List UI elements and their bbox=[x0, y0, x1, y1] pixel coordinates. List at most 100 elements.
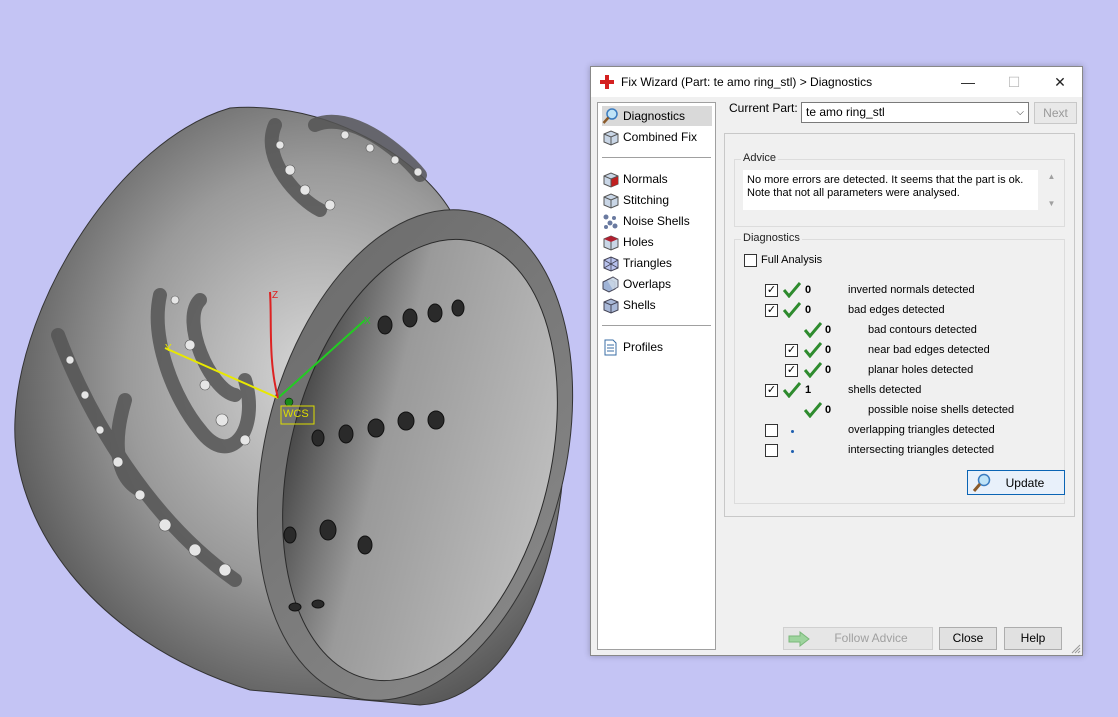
row-label: inverted normals detected bbox=[848, 284, 975, 296]
nav-item-label: Profiles bbox=[623, 340, 664, 354]
row-count: 0 bbox=[825, 324, 832, 336]
nav-item-label: Noise Shells bbox=[623, 214, 690, 228]
window-title: Fix Wizard (Part: te amo ring_stl) > Dia… bbox=[621, 75, 873, 89]
nav-item-normals[interactable]: Normals bbox=[602, 169, 712, 189]
triangles-icon bbox=[602, 255, 619, 272]
nav-item-label: Normals bbox=[623, 172, 668, 186]
nav-item-label: Holes bbox=[623, 235, 654, 249]
current-part-select[interactable]: te amo ring_stl ⌵ bbox=[801, 102, 1029, 123]
overlaps-icon bbox=[602, 275, 619, 293]
row-label: shells detected bbox=[848, 384, 922, 396]
close-icon: ✕ bbox=[1054, 73, 1066, 90]
row-checkbox[interactable]: ✓ bbox=[765, 284, 778, 297]
minimize-icon: — bbox=[961, 74, 975, 90]
nav-item-shells[interactable]: Shells bbox=[602, 295, 712, 315]
axis-y-label: Y bbox=[165, 343, 172, 354]
update-label: Update bbox=[1005, 475, 1045, 490]
title-bar[interactable]: Fix Wizard (Part: te amo ring_stl) > Dia… bbox=[591, 67, 1082, 97]
nav-item-noise-shells[interactable]: Noise Shells bbox=[602, 211, 712, 231]
maximize-icon: ☐ bbox=[1007, 73, 1021, 90]
nav-item-profiles[interactable]: Profiles bbox=[602, 337, 712, 357]
resize-grip-icon[interactable] bbox=[1071, 644, 1081, 654]
fix-wizard-dialog: Fix Wizard (Part: te amo ring_stl) > Dia… bbox=[590, 66, 1083, 656]
magnifier-icon bbox=[972, 473, 992, 493]
axis-x-label: X bbox=[364, 316, 371, 327]
nav-divider bbox=[602, 325, 711, 326]
row-label: near bad edges detected bbox=[868, 344, 990, 356]
row-checkbox[interactable] bbox=[765, 424, 778, 437]
cube-holes-icon bbox=[602, 234, 619, 251]
row-count: 0 bbox=[805, 304, 812, 316]
magnifier-icon bbox=[602, 107, 619, 125]
row-count: 0 bbox=[825, 344, 832, 356]
check-ok-icon bbox=[804, 362, 822, 378]
check-ok-icon bbox=[804, 342, 822, 358]
nav-item-overlaps[interactable]: Overlaps bbox=[602, 274, 712, 294]
pending-dot-icon bbox=[791, 450, 794, 453]
nav-item-diagnostics[interactable]: Diagnostics bbox=[602, 106, 712, 126]
check-ok-icon bbox=[783, 282, 801, 298]
nav-item-label: Stitching bbox=[623, 193, 670, 207]
row-checkbox[interactable]: ✓ bbox=[765, 304, 778, 317]
update-button[interactable]: Update bbox=[967, 470, 1065, 495]
row-count: 0 bbox=[825, 364, 832, 376]
check-ok-icon bbox=[783, 302, 801, 318]
pending-dot-icon bbox=[791, 430, 794, 433]
advice-scrollbar[interactable]: ▲ ▼ bbox=[1043, 170, 1060, 210]
nav-item-label: Combined Fix bbox=[623, 130, 698, 144]
close-button[interactable]: Close bbox=[939, 627, 997, 650]
row-count: 0 bbox=[805, 284, 812, 296]
row-count: 1 bbox=[805, 384, 812, 396]
nav-item-triangles[interactable]: Triangles bbox=[602, 253, 712, 273]
follow-advice-label: Follow Advice bbox=[834, 631, 908, 645]
check-ok-icon bbox=[783, 382, 801, 398]
close-window-button[interactable]: ✕ bbox=[1037, 67, 1083, 97]
row-checkbox[interactable]: ✓ bbox=[785, 344, 798, 357]
shells-icon bbox=[602, 297, 619, 314]
advice-group: Advice No more errors are detected. It s… bbox=[734, 152, 1065, 227]
cube-red-face-icon bbox=[602, 171, 619, 188]
row-label: bad edges detected bbox=[848, 304, 945, 316]
row-label: possible noise shells detected bbox=[868, 404, 1015, 416]
nav-item-holes[interactable]: Holes bbox=[602, 232, 712, 252]
minimize-button[interactable]: — bbox=[945, 67, 991, 97]
wcs-label: WCS bbox=[283, 408, 309, 420]
check-ok-icon bbox=[804, 402, 822, 418]
axis-z-label: Z bbox=[272, 290, 279, 301]
cube-icon bbox=[602, 129, 619, 146]
current-part-label: Current Part: bbox=[729, 101, 798, 115]
diagnostics-group: Diagnostics Full Analysis ✓ 0 inverted n… bbox=[734, 232, 1065, 504]
diagnostics-panel: Advice No more errors are detected. It s… bbox=[724, 133, 1075, 517]
nav-item-label: Diagnostics bbox=[623, 109, 686, 123]
full-analysis-label: Full Analysis bbox=[761, 254, 823, 266]
check-ok-icon bbox=[804, 322, 822, 338]
nav-item-stitching[interactable]: Stitching bbox=[602, 190, 712, 210]
diagnostics-title: Diagnostics bbox=[741, 232, 802, 244]
red-cross-icon bbox=[599, 74, 615, 90]
nav-item-label: Triangles bbox=[623, 256, 672, 270]
advice-title: Advice bbox=[741, 152, 779, 164]
nav-item-combined-fix[interactable]: Combined Fix bbox=[602, 127, 712, 147]
full-analysis-checkbox[interactable] bbox=[744, 254, 757, 267]
row-label: bad contours detected bbox=[868, 324, 977, 336]
help-button[interactable]: Help bbox=[1004, 627, 1062, 650]
nav-item-label: Overlaps bbox=[623, 277, 672, 291]
maximize-button[interactable]: ☐ bbox=[991, 67, 1037, 97]
row-count: 0 bbox=[825, 404, 832, 416]
nav-item-label: Shells bbox=[623, 298, 656, 312]
nav-divider bbox=[602, 157, 711, 158]
noise-shells-icon bbox=[602, 213, 619, 230]
document-icon bbox=[602, 339, 619, 356]
origin-marker bbox=[284, 397, 294, 407]
row-checkbox[interactable]: ✓ bbox=[785, 364, 798, 377]
scroll-up-icon: ▲ bbox=[1047, 172, 1056, 181]
scroll-down-icon: ▼ bbox=[1047, 199, 1056, 208]
row-checkbox[interactable] bbox=[765, 444, 778, 457]
row-checkbox[interactable]: ✓ bbox=[765, 384, 778, 397]
chevron-down-icon: ⌵ bbox=[1016, 107, 1024, 118]
cube-icon bbox=[602, 192, 619, 209]
advice-text: No more errors are detected. It seems th… bbox=[743, 170, 1038, 210]
row-label: intersecting triangles detected bbox=[848, 444, 995, 456]
follow-advice-button[interactable]: Follow Advice bbox=[783, 627, 933, 650]
next-button[interactable]: Next bbox=[1034, 102, 1077, 124]
